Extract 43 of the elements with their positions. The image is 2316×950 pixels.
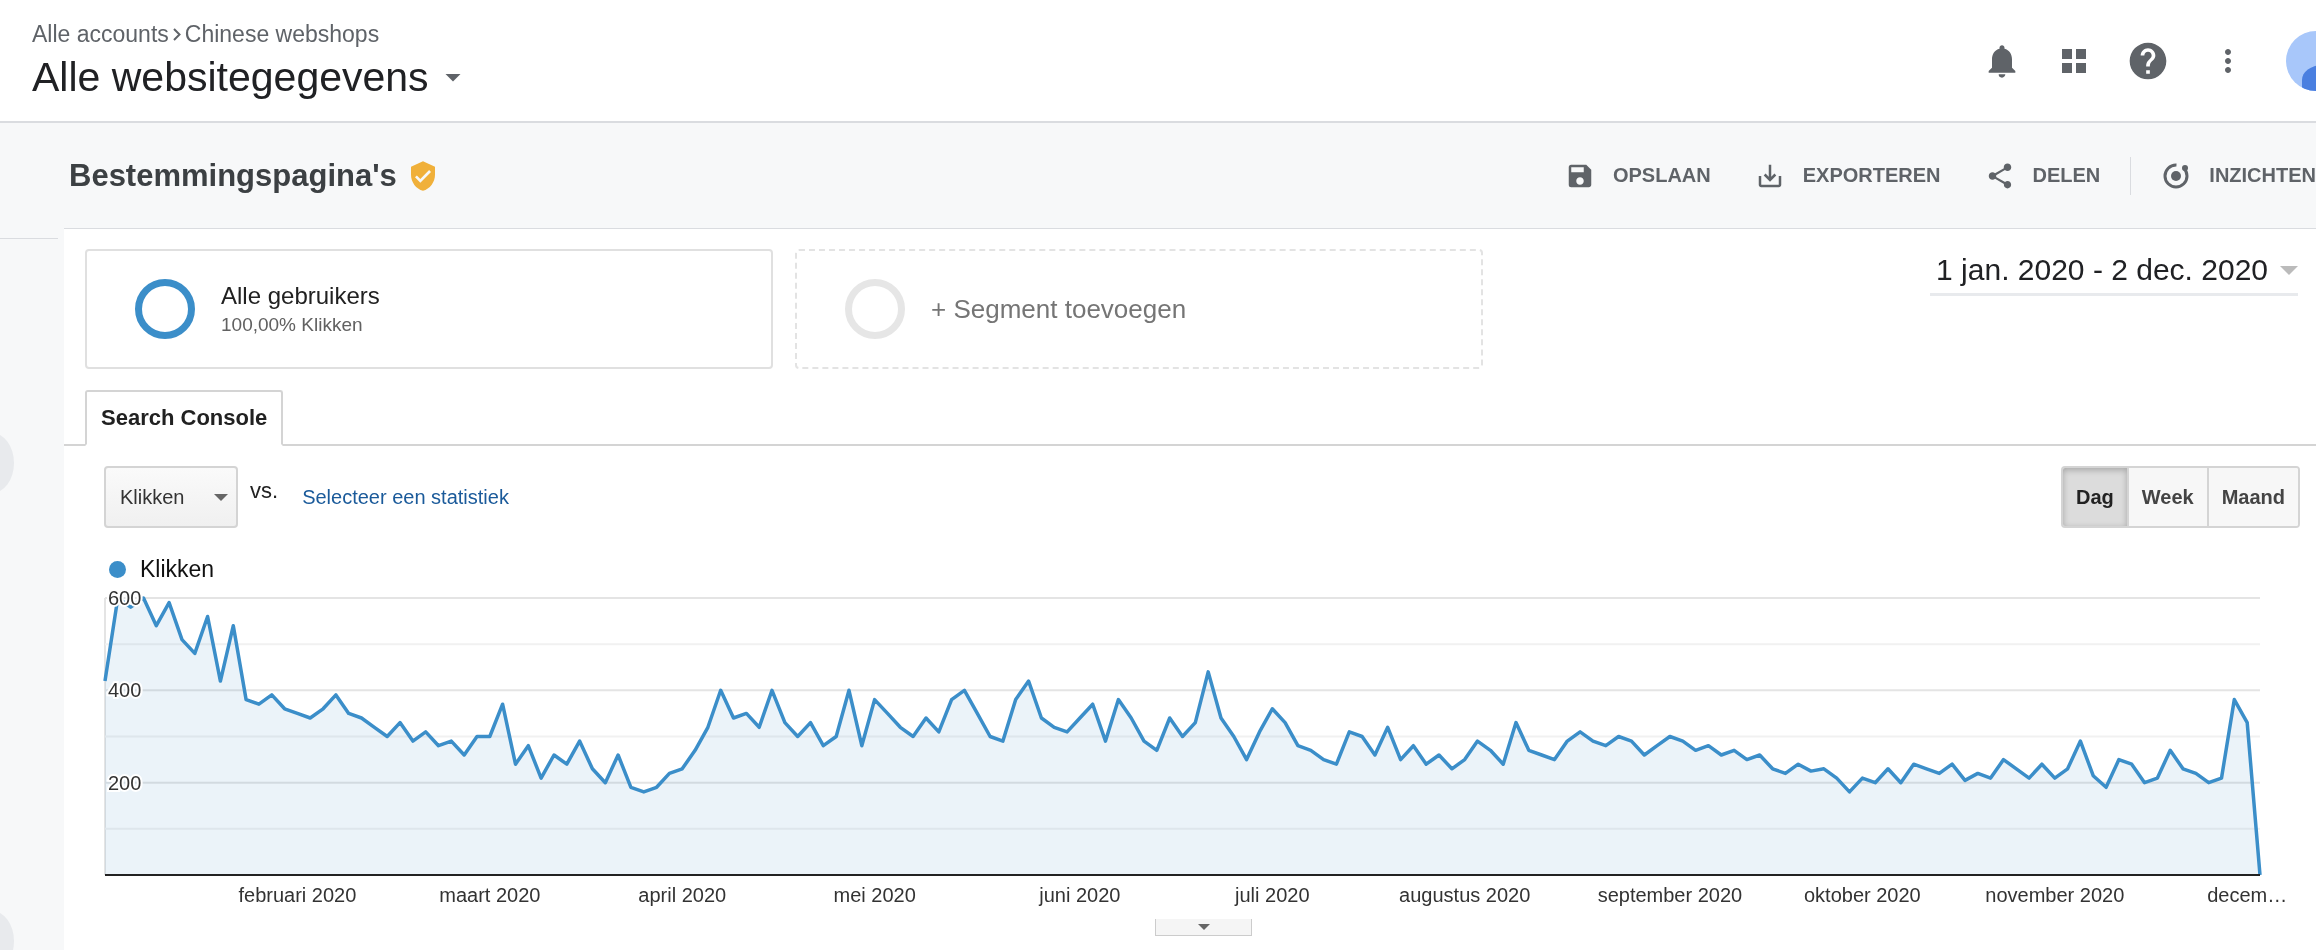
- report-title: Bestemmingspagina's: [69, 157, 397, 194]
- vs-label: vs.: [250, 478, 279, 504]
- axis-label: 400: [108, 679, 142, 702]
- toolbar-button[interactable]: OPSLAAN: [1564, 160, 1711, 191]
- axis-label: juni 2020: [1039, 884, 1121, 906]
- axis-label: november 2020: [1985, 884, 2125, 906]
- axis-label: 200: [108, 771, 142, 794]
- segment-detail: 100,00% Klikken: [221, 314, 364, 336]
- axis-label: augustus 2020: [1399, 884, 1531, 906]
- caret-icon: [2280, 265, 2298, 275]
- metric-select[interactable]: Klikken: [104, 466, 238, 528]
- legend-label: Klikken: [140, 555, 215, 583]
- toolbar-button[interactable]: DELEN: [1984, 160, 2101, 191]
- select-metric-link[interactable]: Selecteer een statistiek: [302, 485, 509, 509]
- toolbar-button[interactable]: INZICHTEN: [2161, 160, 2316, 191]
- granularity-button[interactable]: Week: [2126, 468, 2207, 526]
- ring-icon: [845, 279, 905, 339]
- segment-name: Alle gebruikers: [221, 282, 380, 310]
- caret-icon: [214, 493, 228, 501]
- chevron-right-icon: [172, 27, 181, 41]
- scroll-handle[interactable]: [1155, 919, 1252, 936]
- axis-label: maart 2020: [439, 884, 541, 906]
- axis-label: mei 2020: [833, 884, 916, 906]
- axis-label: decem…: [2207, 884, 2288, 906]
- date-range-picker[interactable]: 1 jan. 2020 - 2 dec. 2020: [1930, 253, 2298, 296]
- add-segment-card[interactable]: + Segment toevoegen: [795, 249, 1483, 369]
- axis-label: juli 2020: [1235, 884, 1310, 906]
- granularity-button[interactable]: Dag: [2062, 468, 2127, 526]
- apps-grid-icon[interactable]: [2062, 48, 2086, 73]
- segment-name: + Segment toevoegen: [931, 293, 1187, 325]
- axis-label: september 2020: [1597, 884, 1743, 906]
- breadcrumb-link[interactable]: Chinese webshops: [184, 20, 380, 48]
- granularity-button[interactable]: Maand: [2206, 468, 2298, 526]
- breadcrumb-link[interactable]: Alle accounts: [32, 20, 169, 48]
- caret-icon: [1197, 924, 1210, 930]
- axis-label: oktober 2020: [1803, 884, 1921, 906]
- ring-icon: [135, 279, 195, 339]
- axis-label: april 2020: [638, 884, 727, 906]
- axis-label: februari 2020: [238, 884, 357, 906]
- tab[interactable]: Search Console: [85, 390, 284, 446]
- toolbar-button[interactable]: EXPORTEREN: [1754, 160, 1941, 191]
- segment-card[interactable]: Alle gebruikers 100,00% Klikken: [85, 249, 773, 369]
- view-title[interactable]: Alle websitegegevens: [32, 53, 429, 101]
